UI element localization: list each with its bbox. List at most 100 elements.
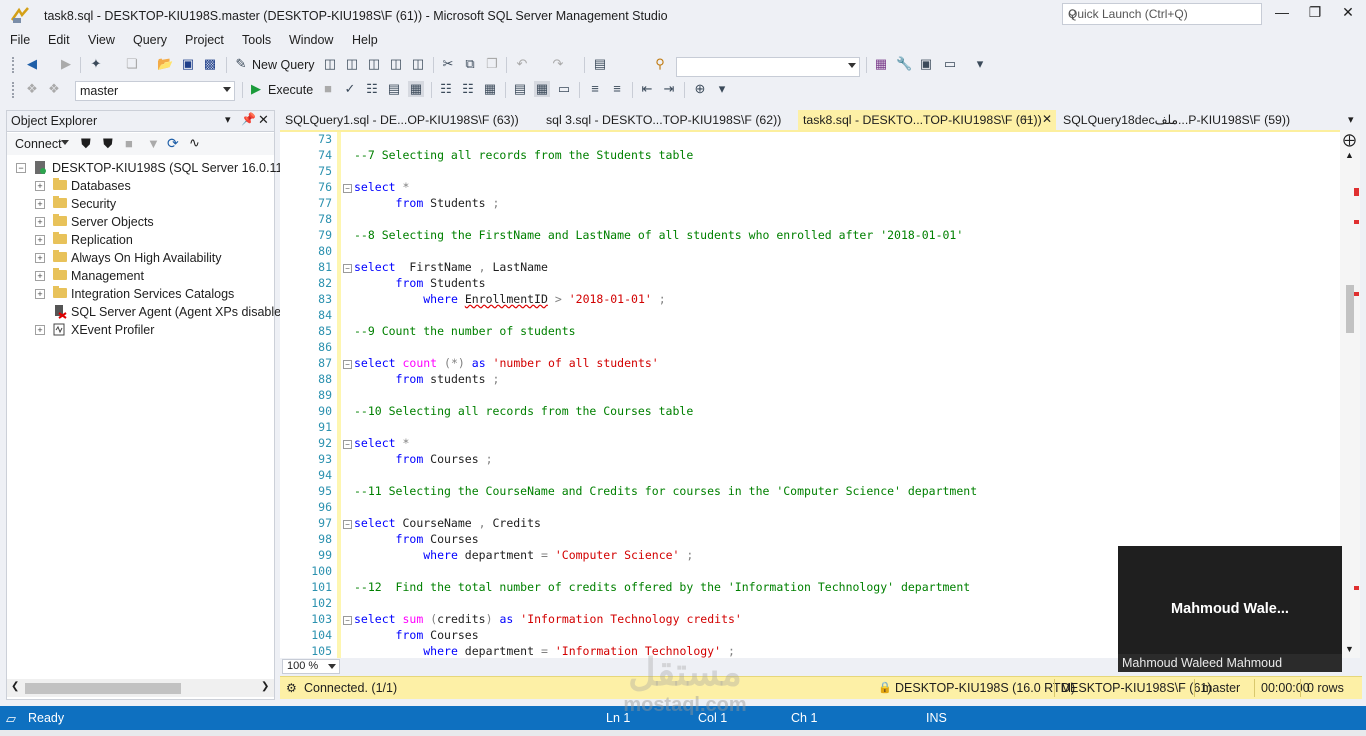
chevron-down-icon[interactable] <box>61 140 69 145</box>
menu-window[interactable]: Window <box>289 33 333 47</box>
command-window-icon[interactable]: ▭ <box>942 56 958 72</box>
results-to-file-icon[interactable]: ▭ <box>556 81 572 97</box>
tree-item-always-on[interactable]: + Always On High Availability <box>7 249 274 267</box>
expand-icon[interactable]: + <box>35 235 45 245</box>
decrease-indent-icon[interactable]: ⇤ <box>639 81 655 97</box>
tree-item-xevent-profiler[interactable]: + XEvent Profiler <box>7 321 274 339</box>
menu-tools[interactable]: Tools <box>242 33 271 47</box>
toolbar-options-icon[interactable]: ▾ <box>972 56 988 72</box>
toolbar-grip[interactable] <box>12 57 17 73</box>
dax-query-icon[interactable]: ◫ <box>410 56 426 72</box>
save-all-icon[interactable]: ▩ <box>202 56 218 72</box>
pin-tab-icon[interactable]: ⊢ <box>1024 113 1034 126</box>
quick-launch-input[interactable]: Quick Launch (Ctrl+Q) ⚲ <box>1062 3 1262 25</box>
expand-icon[interactable]: + <box>35 199 45 209</box>
connect-object-icon[interactable]: ⛊ <box>81 136 91 152</box>
execute-button[interactable]: Execute <box>268 83 313 97</box>
split-window-icon[interactable]: ⨁ <box>1343 132 1356 148</box>
menu-query[interactable]: Query <box>133 33 167 47</box>
comment-out-icon[interactable]: ≡ <box>587 81 603 97</box>
scroll-right-icon[interactable]: ❯ <box>261 681 269 692</box>
live-query-stats-icon[interactable]: ☷ <box>460 81 476 97</box>
tab-sql3[interactable]: sql 3.sql - DESKTO...TOP-KIU198S\F (62)) <box>541 110 796 130</box>
properties-icon[interactable]: 🔧 <box>896 56 912 72</box>
execute-icon[interactable]: ▶ <box>248 81 264 97</box>
results-to-text-icon[interactable]: ▤ <box>512 81 528 97</box>
parse-icon[interactable]: ✓ <box>342 81 358 97</box>
undo-icon[interactable]: ↶ <box>514 56 530 72</box>
add-item-icon[interactable]: ❏ <box>124 56 140 72</box>
pin-icon[interactable]: 📌 <box>241 112 256 126</box>
connect-icon[interactable]: ❖ <box>24 81 40 97</box>
minimize-button[interactable]: — <box>1268 4 1296 24</box>
disconnect-icon[interactable]: ❖ <box>46 81 62 97</box>
activity-monitor-icon[interactable]: ∿ <box>189 135 200 151</box>
query-options-icon[interactable]: ▤ <box>386 81 402 97</box>
zoom-select[interactable]: 100 % <box>282 659 340 674</box>
expand-icon[interactable]: + <box>35 271 45 281</box>
close-tab-icon[interactable]: ✕ <box>1042 112 1052 126</box>
tree-item-management[interactable]: + Management <box>7 267 274 285</box>
video-call-overlay[interactable]: Mahmoud Wale... Mahmoud Waleed Mahmoud <box>1118 546 1342 672</box>
client-statistics-icon[interactable]: ▦ <box>482 81 498 97</box>
mdx-query-icon[interactable]: ◫ <box>344 56 360 72</box>
close-window-button[interactable]: ✕ <box>1334 4 1362 24</box>
error-marker[interactable] <box>1354 220 1359 224</box>
save-icon[interactable]: ▣ <box>180 56 196 72</box>
expand-icon[interactable]: + <box>35 325 45 335</box>
expand-icon[interactable]: + <box>35 181 45 191</box>
stop-icon[interactable]: ■ <box>125 136 133 151</box>
new-query-icon[interactable]: ✎ <box>233 56 249 72</box>
tree-item-replication[interactable]: + Replication <box>7 231 274 249</box>
expand-icon[interactable]: + <box>35 253 45 263</box>
menu-edit[interactable]: Edit <box>48 33 70 47</box>
menu-file[interactable]: File <box>10 33 30 47</box>
close-panel-icon[interactable]: ✕ <box>258 112 269 128</box>
filter-icon[interactable]: ▼ <box>147 136 160 151</box>
redo-icon[interactable]: ↷ <box>550 56 566 72</box>
disconnect-icon[interactable]: ⛊ <box>103 136 113 152</box>
scrollbar-thumb[interactable] <box>1346 285 1354 333</box>
new-query-button[interactable]: New Query <box>252 58 315 72</box>
tab-sqlquery18[interactable]: SQLQuery18decملف...P-KIU198S\F (59)) <box>1058 110 1318 130</box>
scroll-down-icon[interactable]: ▼ <box>1345 644 1354 654</box>
dmx-query-icon[interactable]: ◫ <box>366 56 382 72</box>
paste-icon[interactable]: ❐ <box>484 56 500 72</box>
tree-item-databases[interactable]: + Databases <box>7 177 274 195</box>
menu-view[interactable]: View <box>88 33 115 47</box>
fold-toggle-icon[interactable]: − <box>343 184 352 193</box>
results-to-grid-icon[interactable]: ▦ <box>534 81 550 97</box>
tree-server-node[interactable]: − DESKTOP-KIU198S (SQL Server 16.0.1135.… <box>7 159 307 177</box>
menu-help[interactable]: Help <box>352 33 378 47</box>
available-databases-select[interactable]: master <box>75 81 235 101</box>
expand-icon[interactable]: + <box>35 217 45 227</box>
error-marker[interactable] <box>1354 292 1359 296</box>
activity-monitor-icon[interactable]: ▤ <box>592 56 608 72</box>
horizontal-scrollbar[interactable]: ❮ ❯ <box>7 679 274 697</box>
fold-toggle-icon[interactable]: − <box>343 360 352 369</box>
find-in-files-icon[interactable]: ⚲ <box>652 56 668 72</box>
fold-toggle-icon[interactable]: − <box>343 264 352 273</box>
tab-overflow-icon[interactable]: ▾ <box>1348 113 1354 126</box>
xmla-query-icon[interactable]: ◫ <box>388 56 404 72</box>
uncomment-icon[interactable]: ≡ <box>609 81 625 97</box>
toolbar-grip[interactable] <box>12 82 17 98</box>
expand-icon[interactable]: + <box>35 289 45 299</box>
copy-icon[interactable]: ⧉ <box>462 56 478 72</box>
cancel-query-icon[interactable]: ■ <box>320 81 336 97</box>
find-combobox[interactable] <box>676 57 860 77</box>
increase-indent-icon[interactable]: ⇥ <box>661 81 677 97</box>
search-icon[interactable]: ⚲ <box>1068 7 1257 21</box>
tree-item-security[interactable]: + Security <box>7 195 274 213</box>
tree-item-integration-services[interactable]: + Integration Services Catalogs <box>7 285 274 303</box>
scrollbar-thumb[interactable] <box>25 683 181 694</box>
scroll-left-icon[interactable]: ❮ <box>11 681 19 692</box>
menu-project[interactable]: Project <box>185 33 224 47</box>
fold-toggle-icon[interactable]: − <box>343 440 352 449</box>
toolbox-icon[interactable]: ▣ <box>918 56 934 72</box>
error-marker[interactable] <box>1354 188 1359 196</box>
collapse-icon[interactable]: − <box>16 163 26 173</box>
cut-icon[interactable]: ✂ <box>440 56 456 72</box>
database-engine-query-icon[interactable]: ◫ <box>322 56 338 72</box>
vertical-scrollbar[interactable]: ⨁ ▲ ▼ <box>1340 130 1360 658</box>
